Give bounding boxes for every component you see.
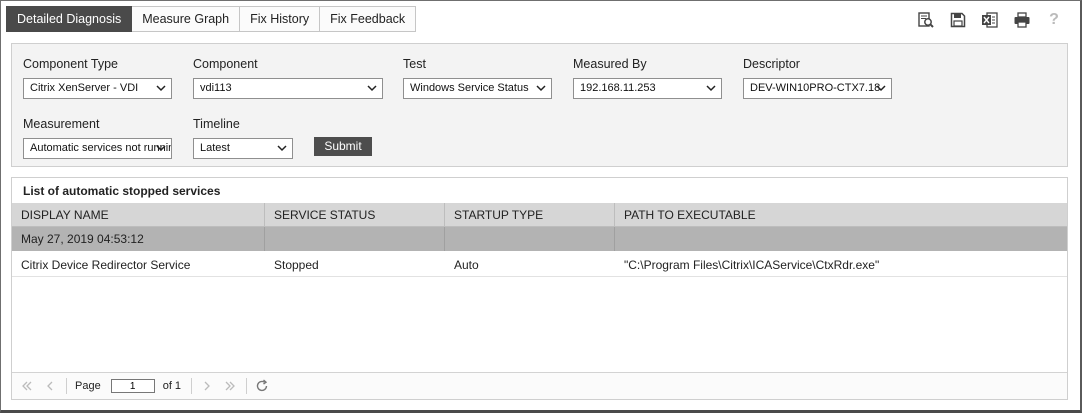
test-label: Test (403, 57, 426, 71)
results-panel: List of automatic stopped services DISPL… (11, 177, 1068, 400)
group-cell (615, 227, 1067, 251)
table-header: DISPLAY NAME SERVICE STATUS STARTUP TYPE… (12, 203, 1067, 227)
prev-page-icon[interactable] (43, 379, 57, 393)
chevron-down-icon (156, 85, 166, 92)
chevron-down-icon (536, 85, 546, 92)
test-select[interactable]: Windows Service Status (403, 78, 552, 99)
refresh-icon[interactable] (255, 379, 269, 393)
pagination-bar: Page of 1 (12, 372, 1067, 399)
group-timestamp: May 27, 2019 04:53:12 (12, 227, 265, 251)
test-value: Windows Service Status (410, 82, 529, 94)
measured-by-select[interactable]: 192.168.11.253 (573, 78, 722, 99)
descriptor-select[interactable]: DEV-WIN10PRO-CTX7.18 (743, 78, 892, 99)
tab-fix-history[interactable]: Fix History (240, 6, 321, 32)
column-header-startup-type[interactable]: STARTUP TYPE (445, 203, 615, 227)
component-type-select[interactable]: Citrix XenServer - VDI (23, 78, 172, 99)
chevron-down-icon (367, 85, 377, 92)
divider (191, 378, 193, 394)
component-field: Component vdi113 (193, 57, 383, 99)
chevron-down-icon (156, 145, 166, 152)
group-row: May 27, 2019 04:53:12 (12, 227, 1067, 251)
column-header-display-name[interactable]: DISPLAY NAME (12, 203, 265, 227)
excel-icon[interactable] (974, 9, 1006, 31)
cell-service-status: Stopped (274, 258, 319, 272)
component-type-label: Component Type (23, 57, 118, 71)
page-number-input[interactable] (110, 379, 155, 393)
panel-title: List of automatic stopped services (23, 184, 221, 198)
chevron-down-icon (706, 85, 716, 92)
timeline-label: Timeline (193, 117, 240, 131)
next-page-icon[interactable] (200, 379, 214, 393)
chevron-down-icon (277, 145, 287, 152)
component-select[interactable]: vdi113 (193, 78, 383, 99)
save-icon[interactable] (942, 9, 974, 31)
component-value: vdi113 (200, 82, 232, 94)
measured-by-label: Measured By (573, 57, 647, 71)
timeline-field: Timeline Latest (193, 117, 293, 159)
cell-display-name: Citrix Device Redirector Service (21, 258, 191, 272)
component-label: Component (193, 57, 258, 71)
descriptor-value: DEV-WIN10PRO-CTX7.18 (750, 82, 881, 94)
group-cell (265, 227, 445, 251)
divider (66, 378, 67, 394)
filter-panel: Component Type Citrix XenServer - VDI Co… (11, 43, 1068, 167)
component-type-field: Component Type Citrix XenServer - VDI (23, 57, 172, 99)
tab-measure-graph[interactable]: Measure Graph (132, 6, 241, 32)
measurement-value: Automatic services not running (30, 142, 172, 154)
timeline-select[interactable]: Latest (193, 138, 293, 159)
group-cell (445, 227, 615, 251)
measurement-field: Measurement Automatic services not runni… (23, 117, 172, 159)
chevron-down-icon (876, 85, 886, 92)
tab-bar: Detailed Diagnosis Measure Graph Fix His… (6, 6, 417, 32)
column-header-path[interactable]: PATH TO EXECUTABLE (615, 203, 1067, 227)
submit-button[interactable]: Submit (314, 137, 372, 156)
search-report-icon[interactable] (910, 9, 942, 31)
cell-startup-type: Auto (454, 258, 479, 272)
timeline-value: Latest (200, 142, 230, 154)
divider (246, 378, 248, 394)
measurement-select[interactable]: Automatic services not running (23, 138, 172, 159)
column-header-service-status[interactable]: SERVICE STATUS (265, 203, 445, 227)
first-page-icon[interactable] (20, 379, 34, 393)
cell-path: "C:\Program Files\Citrix\ICAService\CtxR… (624, 258, 880, 272)
toolbar: ? (910, 9, 1070, 31)
last-page-icon[interactable] (223, 379, 237, 393)
table-row[interactable]: Citrix Device Redirector Service Stopped… (12, 253, 1067, 277)
measured-by-field: Measured By 192.168.11.253 (573, 57, 722, 99)
component-type-value: Citrix XenServer - VDI (30, 82, 139, 94)
help-icon[interactable]: ? (1038, 9, 1070, 31)
tab-fix-feedback[interactable]: Fix Feedback (320, 6, 417, 32)
descriptor-field: Descriptor DEV-WIN10PRO-CTX7.18 (743, 57, 892, 99)
print-icon[interactable] (1006, 9, 1038, 31)
descriptor-label: Descriptor (743, 57, 800, 71)
tab-detailed-diagnosis[interactable]: Detailed Diagnosis (6, 6, 133, 32)
measured-by-value: 192.168.11.253 (580, 82, 656, 94)
measurement-label: Measurement (23, 117, 100, 131)
test-field: Test Windows Service Status (403, 57, 552, 99)
page-count-label: of 1 (162, 380, 182, 392)
page-label: Page (75, 380, 101, 392)
